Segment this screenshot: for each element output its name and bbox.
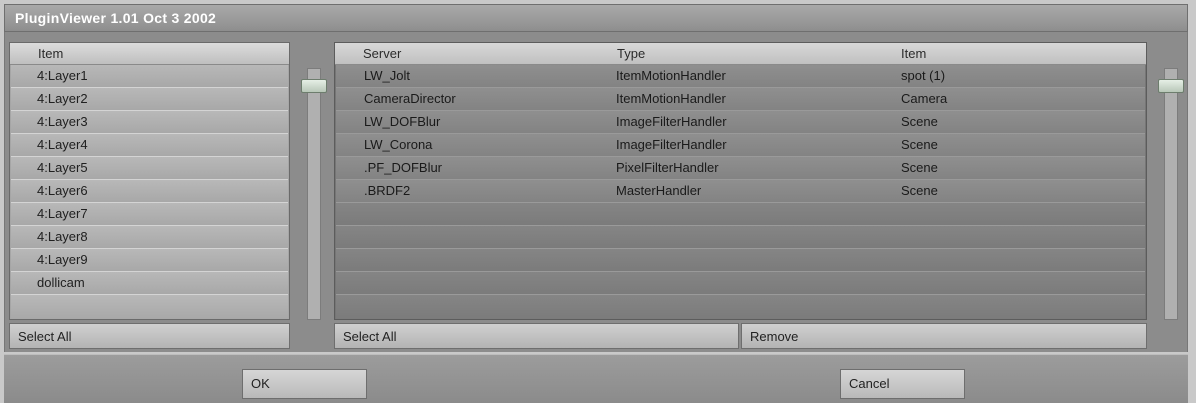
table-row[interactable]: LW_Jolt ItemMotionHandler spot (1) <box>336 65 1145 88</box>
window-title: PluginViewer 1.01 Oct 3 2002 <box>15 10 217 26</box>
server-table-header: Server Type Item <box>335 43 1146 65</box>
table-row[interactable]: CameraDirector ItemMotionHandler Camera <box>336 88 1145 111</box>
list-item[interactable]: 4:Layer3 <box>11 111 288 134</box>
list-item-label: 4:Layer6 <box>37 183 88 198</box>
cancel-button[interactable]: Cancel <box>840 369 965 399</box>
list-item[interactable]: 4:Layer7 <box>11 203 288 226</box>
type-cell: ItemMotionHandler <box>616 68 726 83</box>
list-item-label: 4:Layer4 <box>37 137 88 152</box>
type-cell: ItemMotionHandler <box>616 91 726 106</box>
item-cell: Scene <box>901 160 938 175</box>
type-cell: ImageFilterHandler <box>616 137 727 152</box>
select-all-items-label: Select All <box>18 329 72 344</box>
list-item[interactable]: 4:Layer9 <box>11 249 288 272</box>
dialog-footer <box>4 354 1188 403</box>
list-item-label: 4:Layer2 <box>37 91 88 106</box>
table-row[interactable]: .BRDF2 MasterHandler Scene <box>336 180 1145 203</box>
item-cell: Scene <box>901 183 938 198</box>
item-column-header: Item <box>38 46 64 61</box>
server-cell: .BRDF2 <box>364 183 411 198</box>
list-item-label: 4:Layer8 <box>37 229 88 244</box>
ok-label: OK <box>251 376 270 391</box>
select-all-servers-label: Select All <box>343 329 397 344</box>
item-list-scrollbar[interactable] <box>307 68 321 320</box>
server-column-header[interactable]: Server <box>363 46 401 61</box>
select-all-servers-button[interactable]: Select All <box>334 323 739 349</box>
item-cell: Camera <box>901 91 948 106</box>
list-item[interactable]: 4:Layer4 <box>11 134 288 157</box>
list-item-label: 4:Layer9 <box>37 252 88 267</box>
list-item[interactable]: dollicam <box>11 272 288 295</box>
item-cell: spot (1) <box>901 68 946 83</box>
table-row[interactable]: LW_DOFBlur ImageFilterHandler Scene <box>336 111 1145 134</box>
item-column-header[interactable]: Item <box>901 46 926 61</box>
item-cell: Scene <box>901 137 938 152</box>
list-item[interactable]: 4:Layer2 <box>11 88 288 111</box>
item-list: Item 4:Layer1 4:Layer2 4:Layer3 4:Layer4… <box>9 42 290 320</box>
list-item-label: dollicam <box>37 275 85 290</box>
remove-button[interactable]: Remove <box>741 323 1147 349</box>
server-cell: LW_DOFBlur <box>364 114 441 129</box>
table-row-empty[interactable] <box>336 249 1145 272</box>
type-cell: ImageFilterHandler <box>616 114 727 129</box>
title-bar[interactable]: PluginViewer 1.01 Oct 3 2002 <box>4 4 1188 32</box>
list-item[interactable]: 4:Layer6 <box>11 180 288 203</box>
list-item-label: 4:Layer1 <box>37 68 88 83</box>
type-cell: PixelFilterHandler <box>616 160 719 175</box>
list-item-empty[interactable] <box>11 295 288 319</box>
cancel-label: Cancel <box>849 376 890 391</box>
server-table: Server Type Item LW_Jolt ItemMotionHandl… <box>334 42 1147 320</box>
table-row-empty[interactable] <box>336 203 1145 226</box>
server-cell: CameraDirector <box>364 91 456 106</box>
server-cell: LW_Corona <box>364 137 433 152</box>
item-cell: Scene <box>901 114 938 129</box>
list-item-label: 4:Layer7 <box>37 206 88 221</box>
table-row-empty[interactable] <box>336 226 1145 249</box>
list-item-label: 4:Layer3 <box>37 114 88 129</box>
select-all-items-button[interactable]: Select All <box>9 323 290 349</box>
server-table-scroll-thumb[interactable] <box>1158 79 1184 93</box>
table-row-empty[interactable] <box>336 272 1145 295</box>
table-row[interactable]: LW_Corona ImageFilterHandler Scene <box>336 134 1145 157</box>
table-row[interactable]: .PF_DOFBlur PixelFilterHandler Scene <box>336 157 1145 180</box>
item-list-header[interactable]: Item <box>10 43 289 65</box>
list-item[interactable]: 4:Layer1 <box>11 65 288 88</box>
server-cell: .PF_DOFBlur <box>364 160 443 175</box>
server-cell: LW_Jolt <box>364 68 410 83</box>
server-table-scrollbar[interactable] <box>1164 68 1178 320</box>
item-list-scroll-thumb[interactable] <box>301 79 327 93</box>
remove-label: Remove <box>750 329 799 344</box>
type-cell: MasterHandler <box>616 183 702 198</box>
plugin-viewer-window: PluginViewer 1.01 Oct 3 2002 Item 4:Laye… <box>0 0 1196 403</box>
type-column-header[interactable]: Type <box>617 46 645 61</box>
ok-button[interactable]: OK <box>242 369 367 399</box>
table-row-empty[interactable] <box>336 295 1145 319</box>
list-item-label: 4:Layer5 <box>37 160 88 175</box>
list-item[interactable]: 4:Layer8 <box>11 226 288 249</box>
list-item[interactable]: 4:Layer5 <box>11 157 288 180</box>
